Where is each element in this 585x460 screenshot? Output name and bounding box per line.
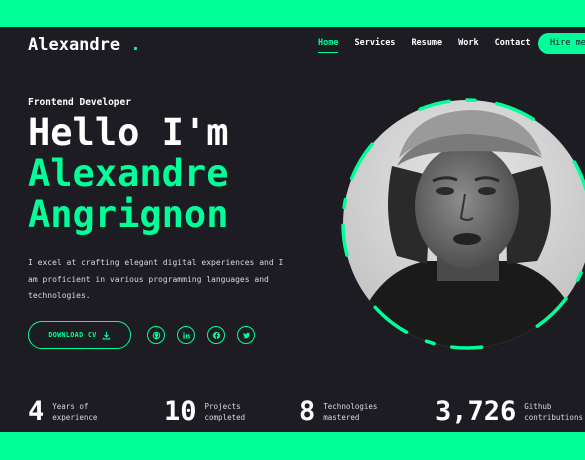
stat-projects: 10 Projects completed bbox=[164, 397, 245, 427]
stat-value: 8 bbox=[299, 396, 316, 427]
brand-name: Alexandre bbox=[28, 35, 121, 55]
brand-dot: . bbox=[130, 35, 141, 55]
nav-contact[interactable]: Contact bbox=[495, 38, 531, 53]
download-cv-button[interactable]: DOWNLOAD CV bbox=[28, 321, 131, 349]
hero-greeting: Hello I'm bbox=[28, 111, 229, 154]
stat-label: Years of experience bbox=[52, 402, 98, 422]
stat-value: 3,726 bbox=[435, 396, 517, 427]
top-accent-bar bbox=[0, 0, 585, 27]
main-nav: Home Services Resume Work Contact bbox=[318, 38, 546, 53]
twitter-link[interactable] bbox=[237, 326, 255, 344]
download-icon bbox=[102, 331, 110, 339]
github-icon bbox=[152, 331, 160, 339]
hire-me-button[interactable]: Hire me bbox=[538, 33, 585, 54]
stat-technologies: 8 Technologies mastered bbox=[299, 397, 377, 427]
profile-photo bbox=[341, 98, 585, 350]
linkedin-link[interactable] bbox=[177, 326, 195, 344]
nav-work[interactable]: Work bbox=[458, 38, 478, 53]
nav-home[interactable]: Home bbox=[318, 38, 339, 53]
nav-resume[interactable]: Resume bbox=[411, 38, 442, 53]
hero-heading: Hello I'm Alexandre Angrignon bbox=[28, 112, 228, 235]
stat-value: 10 bbox=[164, 396, 197, 427]
hero-first-name: Alexandre bbox=[28, 152, 229, 195]
linkedin-icon bbox=[182, 331, 190, 339]
stat-label: Github contributions bbox=[524, 402, 583, 422]
brand-logo[interactable]: Alexandre . bbox=[28, 35, 141, 55]
profile-photo-frame bbox=[337, 96, 585, 358]
github-link[interactable] bbox=[147, 326, 165, 344]
stat-label: Technologies mastered bbox=[323, 402, 378, 422]
download-cv-label: DOWNLOAD CV bbox=[48, 331, 97, 339]
hero-role: Frontend Developer bbox=[28, 97, 131, 108]
stat-experience: 4 Years of experience bbox=[28, 397, 97, 427]
stat-github: 3,726 Github contributions bbox=[435, 397, 583, 427]
bottom-accent-bar bbox=[0, 432, 585, 460]
hero-last-name: Angrignon bbox=[28, 193, 229, 236]
stat-value: 4 bbox=[28, 396, 45, 427]
facebook-link[interactable] bbox=[207, 326, 225, 344]
nav-services[interactable]: Services bbox=[354, 38, 395, 53]
hero-description: I excel at crafting elegant digital expe… bbox=[28, 258, 284, 300]
stat-label: Projects completed bbox=[204, 402, 246, 422]
twitter-icon bbox=[242, 332, 250, 338]
facebook-icon bbox=[212, 331, 220, 339]
